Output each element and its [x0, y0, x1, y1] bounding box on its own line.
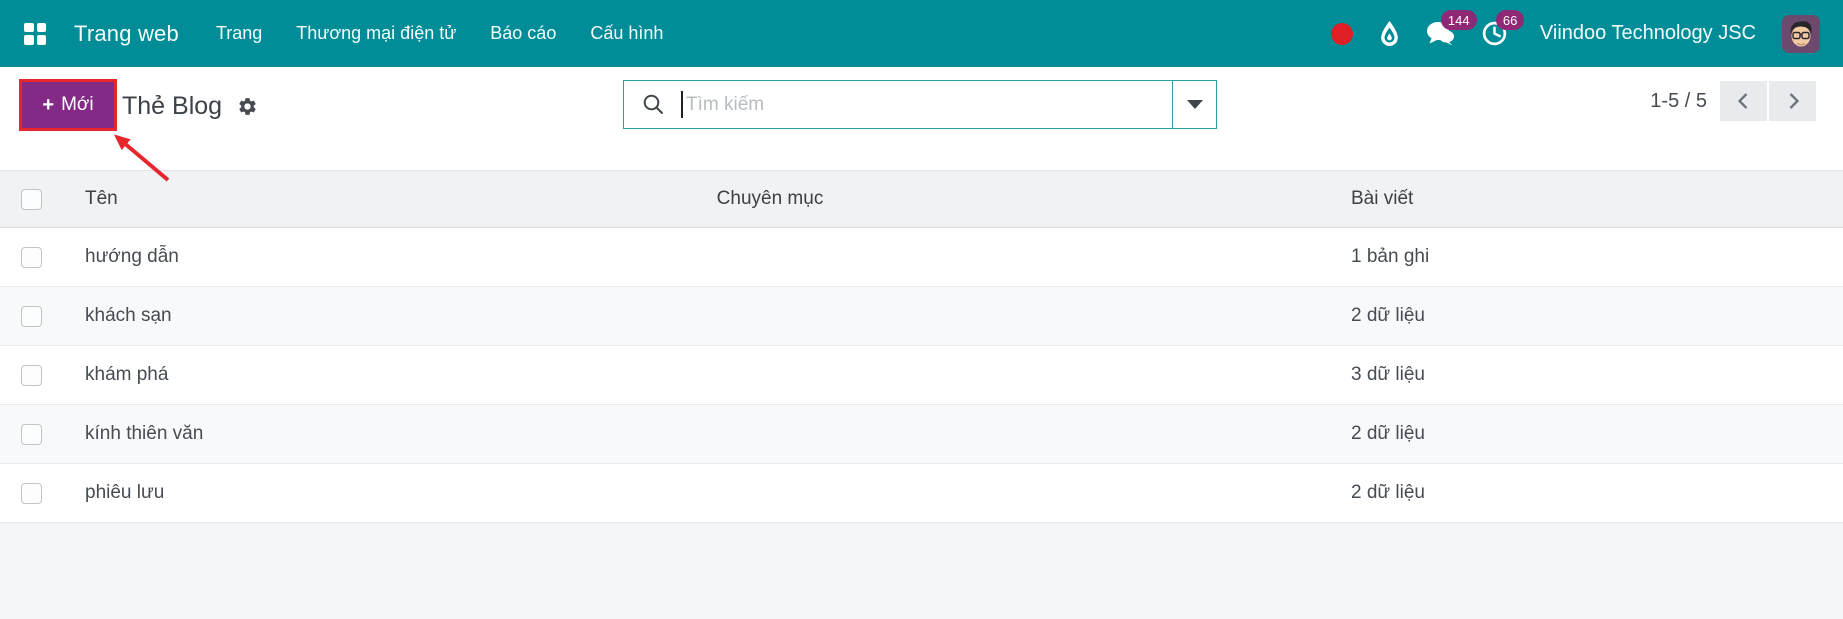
- tag-post-count: 3 dữ liệu: [1351, 364, 1425, 385]
- new-button[interactable]: + Mới: [22, 82, 114, 128]
- table-row[interactable]: hướng dẫn 1 bản ghi: [0, 228, 1843, 287]
- row-checkbox[interactable]: [21, 305, 42, 327]
- recording-indicator-icon: [1330, 22, 1353, 45]
- tag-post-count: 1 bản ghi: [1351, 246, 1430, 267]
- tag-name[interactable]: phiêu lưu: [65, 482, 550, 504]
- row-checkbox[interactable]: [21, 246, 42, 268]
- chevron-right-icon: [1789, 93, 1799, 109]
- menu-item-reports[interactable]: Báo cáo: [490, 23, 556, 44]
- user-company-menu[interactable]: Viindoo Technology JSC: [1540, 22, 1756, 45]
- tag-post-count: 2 dữ liệu: [1351, 482, 1425, 503]
- chevron-down-icon: [1186, 100, 1203, 109]
- apps-grid-icon[interactable]: [24, 22, 46, 45]
- table-row[interactable]: khám phá 3 dữ liệu: [0, 346, 1843, 405]
- pager-range: 1-5 / 5: [1650, 89, 1707, 112]
- control-panel: + Mới Thẻ Blog Tìm kiếm 1-5 / 5: [0, 67, 1843, 182]
- table-header-row: Tên Chuyên mục Bài viết: [0, 170, 1843, 228]
- tag-post-count: 2 dữ liệu: [1351, 423, 1425, 444]
- new-button-label: Mới: [61, 94, 94, 115]
- row-checkbox[interactable]: [21, 364, 42, 386]
- menu-item-ecommerce[interactable]: Thương mại điện tử: [296, 23, 456, 44]
- chevron-left-icon: [1737, 93, 1747, 109]
- tag-name[interactable]: khám phá: [65, 364, 550, 386]
- tag-name[interactable]: kính thiên văn: [65, 423, 550, 445]
- messages-icon[interactable]: 144: [1426, 10, 1477, 47]
- tag-post-count: 2 dữ liệu: [1351, 305, 1425, 326]
- activities-clock-icon[interactable]: 66: [1481, 10, 1525, 47]
- search-bar: [623, 80, 1217, 129]
- activities-count-badge: 66: [1495, 10, 1525, 30]
- table-row[interactable]: kính thiên văn 2 dữ liệu: [0, 405, 1843, 464]
- plus-icon: +: [42, 94, 55, 116]
- column-header-category[interactable]: Chuyên mục: [550, 188, 990, 210]
- row-checkbox[interactable]: [21, 423, 42, 445]
- tag-name[interactable]: khách sạn: [65, 305, 550, 327]
- table-row[interactable]: khách sạn 2 dữ liệu: [0, 287, 1843, 346]
- gear-icon[interactable]: [237, 96, 258, 117]
- content-background: [0, 523, 1843, 619]
- topbar-right: 144 66 Viindoo Technology JSC: [1330, 10, 1843, 53]
- livechat-droplet-icon[interactable]: [1379, 20, 1400, 47]
- tag-name[interactable]: hướng dẫn: [65, 246, 550, 268]
- search-dropdown-button[interactable]: [1172, 80, 1217, 129]
- column-header-name[interactable]: Tên: [65, 188, 550, 210]
- search-box[interactable]: [623, 80, 1173, 129]
- table-row[interactable]: phiêu lưu 2 dữ liệu: [0, 464, 1843, 523]
- annotation-highlight-box: + Mới: [19, 79, 117, 131]
- menu-item-pages[interactable]: Trang: [216, 23, 262, 44]
- brand-website-menu[interactable]: Trang web: [74, 21, 179, 47]
- pager-next-button[interactable]: [1769, 81, 1816, 121]
- top-navbar: Trang web Trang Thương mại điện tử Báo c…: [0, 0, 1843, 67]
- select-all-checkbox[interactable]: [21, 188, 42, 210]
- messages-count-badge: 144: [1440, 10, 1477, 30]
- breadcrumb: Thẻ Blog: [122, 90, 258, 122]
- blog-tags-list: Tên Chuyên mục Bài viết hướng dẫn 1 bản …: [0, 170, 1843, 523]
- page: Trang web Trang Thương mại điện tử Báo c…: [0, 0, 1843, 619]
- table-body: hướng dẫn 1 bản ghi khách sạn 2 dữ liệu …: [0, 228, 1843, 523]
- search-icon: [643, 94, 663, 114]
- search-input[interactable]: [683, 81, 1172, 128]
- main-menu: Trang Thương mại điện tử Báo cáo Cấu hìn…: [216, 23, 663, 44]
- pager: 1-5 / 5: [1650, 81, 1816, 121]
- page-title: Thẻ Blog: [122, 91, 223, 120]
- avatar[interactable]: [1782, 14, 1820, 53]
- menu-item-configuration[interactable]: Cấu hình: [590, 23, 663, 44]
- row-checkbox[interactable]: [21, 482, 42, 504]
- column-header-posts[interactable]: Bài viết: [1351, 188, 1843, 210]
- pager-prev-button[interactable]: [1720, 81, 1767, 121]
